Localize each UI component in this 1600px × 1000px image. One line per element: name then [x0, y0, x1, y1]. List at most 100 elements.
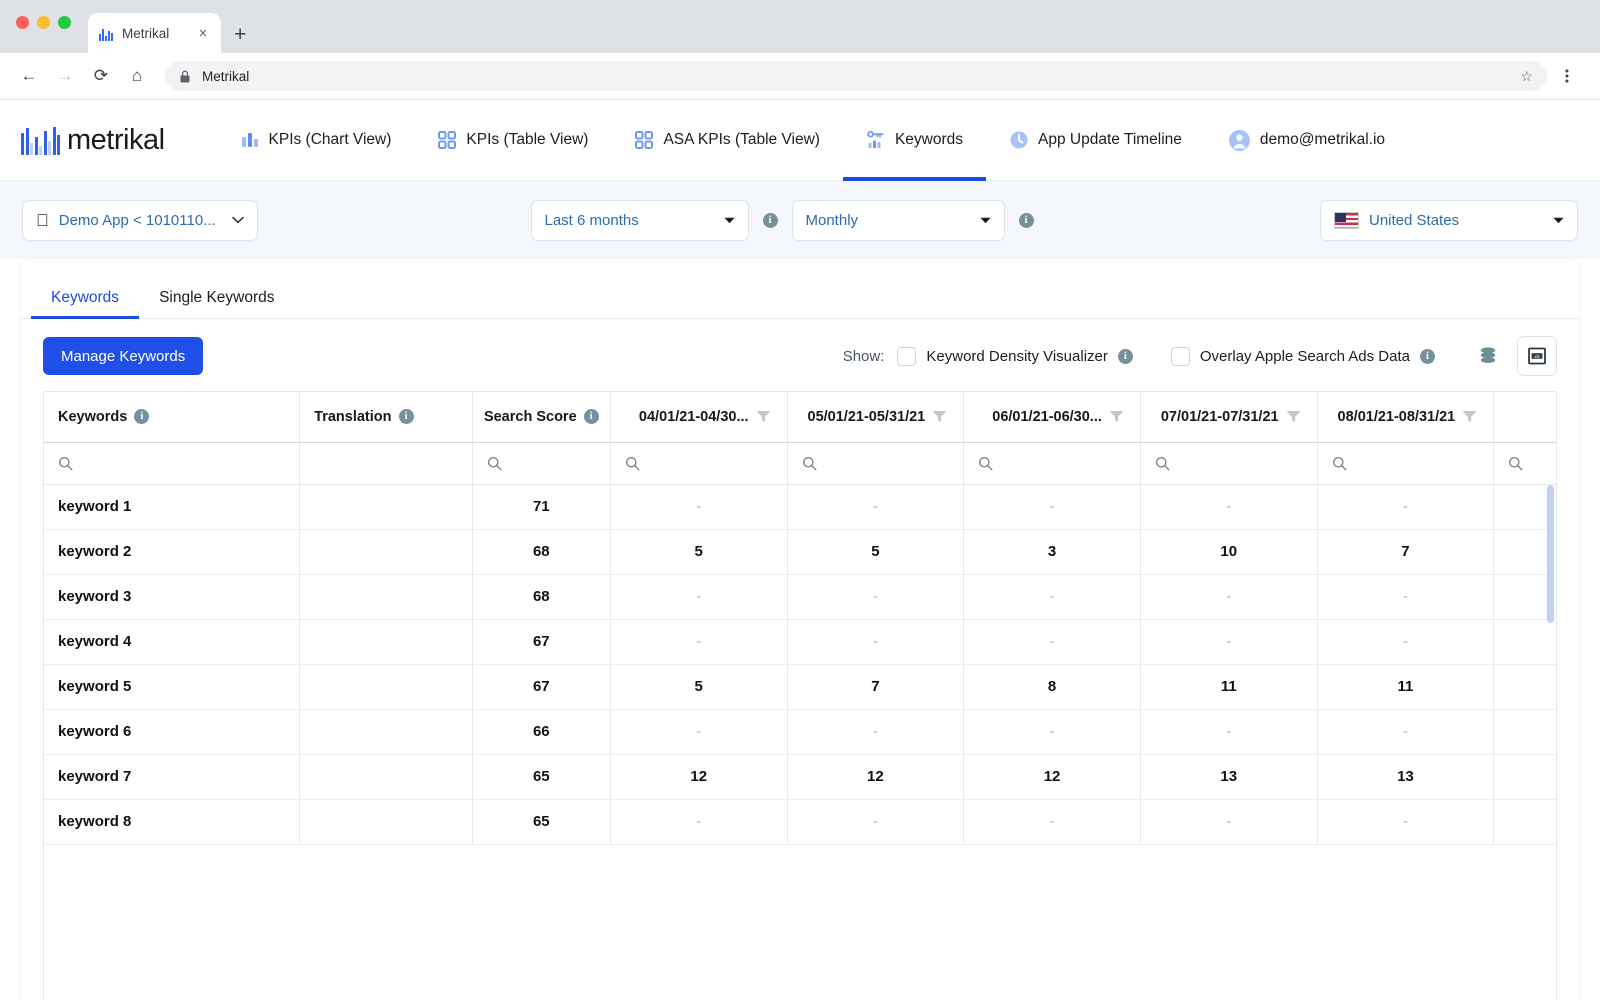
column-header-period-1[interactable]: 04/01/21-04/30...	[610, 392, 788, 443]
metrikal-logo[interactable]: metrikal	[21, 124, 165, 157]
table-row[interactable]: keyword 5 67 5 7 8 11 11	[44, 664, 1556, 710]
search-icon[interactable]	[625, 456, 640, 471]
search-icon[interactable]	[58, 456, 73, 471]
cell-search-score: 71	[472, 484, 611, 530]
back-icon[interactable]: ←	[13, 60, 45, 92]
cell-period-5: -	[1317, 574, 1495, 620]
nav-item-label: KPIs (Table View)	[466, 131, 589, 148]
tab-keywords[interactable]: Keywords	[31, 289, 140, 319]
minimize-window-button[interactable]	[37, 16, 50, 29]
overlay-apple-search-ads-checkbox[interactable]	[1170, 346, 1190, 366]
search-icon[interactable]	[802, 456, 817, 471]
bookmark-star-icon[interactable]: ☆	[1520, 68, 1533, 85]
cell-period-6	[1493, 619, 1556, 665]
browser-tab[interactable]: Metrikal ×	[88, 13, 221, 53]
search-icon[interactable]	[487, 456, 502, 471]
column-header-period-3[interactable]: 06/01/21-06/30...	[963, 392, 1141, 443]
table-vertical-scrollbar[interactable]	[1547, 485, 1554, 623]
table-row[interactable]: keyword 8 65- - - - -	[44, 799, 1556, 845]
app-select[interactable]:  Demo App < 1010110...	[22, 199, 258, 241]
manage-keywords-button[interactable]: Manage Keywords	[43, 337, 204, 375]
close-icon[interactable]: ×	[195, 26, 211, 41]
search-cell-translation	[299, 442, 473, 485]
column-header-label: 08/01/21-08/31/21	[1337, 408, 1456, 425]
overlay-apple-search-ads-label: Overlay Apple Search Ads Data	[1199, 347, 1410, 365]
date-range-select[interactable]: Last 6 months	[530, 199, 749, 241]
table-row[interactable]: keyword 6 66- - - - -	[44, 709, 1556, 755]
keyword-density-visualizer-toggle[interactable]: Keyword Density Visualizer i	[897, 346, 1133, 366]
database-icon[interactable]	[1473, 341, 1503, 371]
search-cell-period-2[interactable]	[787, 442, 965, 485]
search-score-info-icon[interactable]: i	[583, 409, 599, 425]
date-range-info-icon[interactable]: i	[762, 212, 778, 228]
column-header-period-4[interactable]: 07/01/21-07/31/21	[1140, 392, 1318, 443]
column-header-period-5[interactable]: 08/01/21-08/31/21	[1317, 392, 1495, 443]
maximize-window-button[interactable]	[58, 16, 71, 29]
cell-search-score: 66	[472, 709, 611, 755]
search-cell-search-score[interactable]	[472, 442, 611, 485]
cell-period-5: -	[1317, 709, 1495, 755]
column-header-period-2[interactable]: 05/01/21-05/31/21	[787, 392, 965, 443]
tab-single-keywords[interactable]: Single Keywords	[139, 289, 294, 318]
nav-item-label: KPIs (Chart View)	[268, 131, 392, 148]
search-cell-keywords[interactable]	[44, 442, 301, 485]
table-row[interactable]: keyword 1 71- - - - -	[44, 484, 1556, 530]
cell-keyword: keyword 2	[44, 529, 301, 575]
cell-period-6	[1493, 799, 1556, 845]
column-header-translation[interactable]: Translation i	[299, 392, 473, 443]
filter-icon[interactable]	[1462, 410, 1477, 423]
xls-export-icon[interactable]: xls	[1517, 336, 1557, 376]
chevron-down-icon	[974, 217, 991, 224]
search-icon[interactable]	[1155, 456, 1170, 471]
keywords-panel: Keywords Single Keywords Manage Keywords…	[21, 259, 1579, 1000]
search-cell-period-4[interactable]	[1140, 442, 1318, 485]
search-icon[interactable]	[978, 456, 993, 471]
keywords-table: Keywords i Translation i Search Score i	[44, 392, 1556, 845]
nav-item-asa-kpis-table-view[interactable]: ASA KPIs (Table View)	[611, 100, 843, 181]
cell-period-5: -	[1317, 799, 1495, 845]
search-cell-period-5[interactable]	[1317, 442, 1495, 485]
search-cell-period-3[interactable]	[963, 442, 1141, 485]
nav-item-app-update-timeline[interactable]: App Update Timeline	[986, 100, 1205, 181]
table-row[interactable]: keyword 3 68- - - - -	[44, 574, 1556, 620]
new-tab-button[interactable]: +	[234, 24, 246, 45]
granularity-select[interactable]: Monthly	[791, 199, 1005, 241]
overlay-apple-search-ads-info-icon[interactable]: i	[1420, 348, 1435, 364]
filter-icon[interactable]	[1286, 410, 1301, 423]
search-cell-period-1[interactable]	[610, 442, 788, 485]
column-header-period-6[interactable]: 09/0	[1493, 392, 1556, 443]
filter-icon[interactable]	[932, 410, 947, 423]
close-window-button[interactable]	[16, 16, 29, 29]
us-flag-icon	[1334, 211, 1359, 229]
column-header-keywords[interactable]: Keywords i	[44, 392, 301, 443]
filter-bar:  Demo App < 1010110... Last 6 months i …	[0, 181, 1600, 259]
nav-item-user-account[interactable]: demo@metrikal.io	[1205, 100, 1408, 181]
nav-item-kpis-table-view[interactable]: KPIs (Table View)	[414, 100, 611, 181]
keyword-density-info-icon[interactable]: i	[1117, 348, 1133, 364]
granularity-info-icon[interactable]: i	[1018, 212, 1034, 228]
browser-menu-icon[interactable]	[1559, 68, 1587, 84]
filter-icon[interactable]	[1109, 410, 1124, 423]
search-icon[interactable]	[1332, 456, 1347, 471]
nav-item-label: demo@metrikal.io	[1259, 131, 1386, 148]
translation-info-icon[interactable]: i	[398, 409, 414, 425]
keywords-info-icon[interactable]: i	[134, 409, 150, 425]
nav-item-keywords[interactable]: Keywords	[842, 100, 987, 181]
forward-icon[interactable]: →	[49, 60, 81, 92]
keyword-density-visualizer-checkbox[interactable]	[897, 346, 917, 366]
home-icon[interactable]: ⌂	[121, 60, 153, 92]
filter-icon[interactable]	[756, 410, 771, 423]
nav-item-kpis-chart-view[interactable]: KPIs (Chart View)	[217, 100, 415, 181]
reload-icon[interactable]: ⟳	[85, 60, 117, 92]
panel-tabs: Keywords Single Keywords	[21, 259, 1579, 319]
nav-item-label: ASA KPIs (Table View)	[663, 131, 820, 148]
search-icon[interactable]	[1508, 456, 1523, 471]
search-cell-period-6[interactable]	[1493, 442, 1556, 485]
table-row[interactable]: keyword 2 68 5 5 3 10 7	[44, 529, 1556, 575]
overlay-apple-search-ads-toggle[interactable]: Overlay Apple Search Ads Data i	[1170, 346, 1435, 366]
column-header-search-score[interactable]: Search Score i	[472, 392, 611, 443]
address-bar[interactable]: Metrikal ☆	[165, 61, 1547, 91]
table-row[interactable]: keyword 4 67- - - - -	[44, 619, 1556, 665]
country-select[interactable]: United States	[1320, 199, 1578, 241]
table-row[interactable]: keyword 7 65 12 12 12 13 13	[44, 754, 1556, 800]
